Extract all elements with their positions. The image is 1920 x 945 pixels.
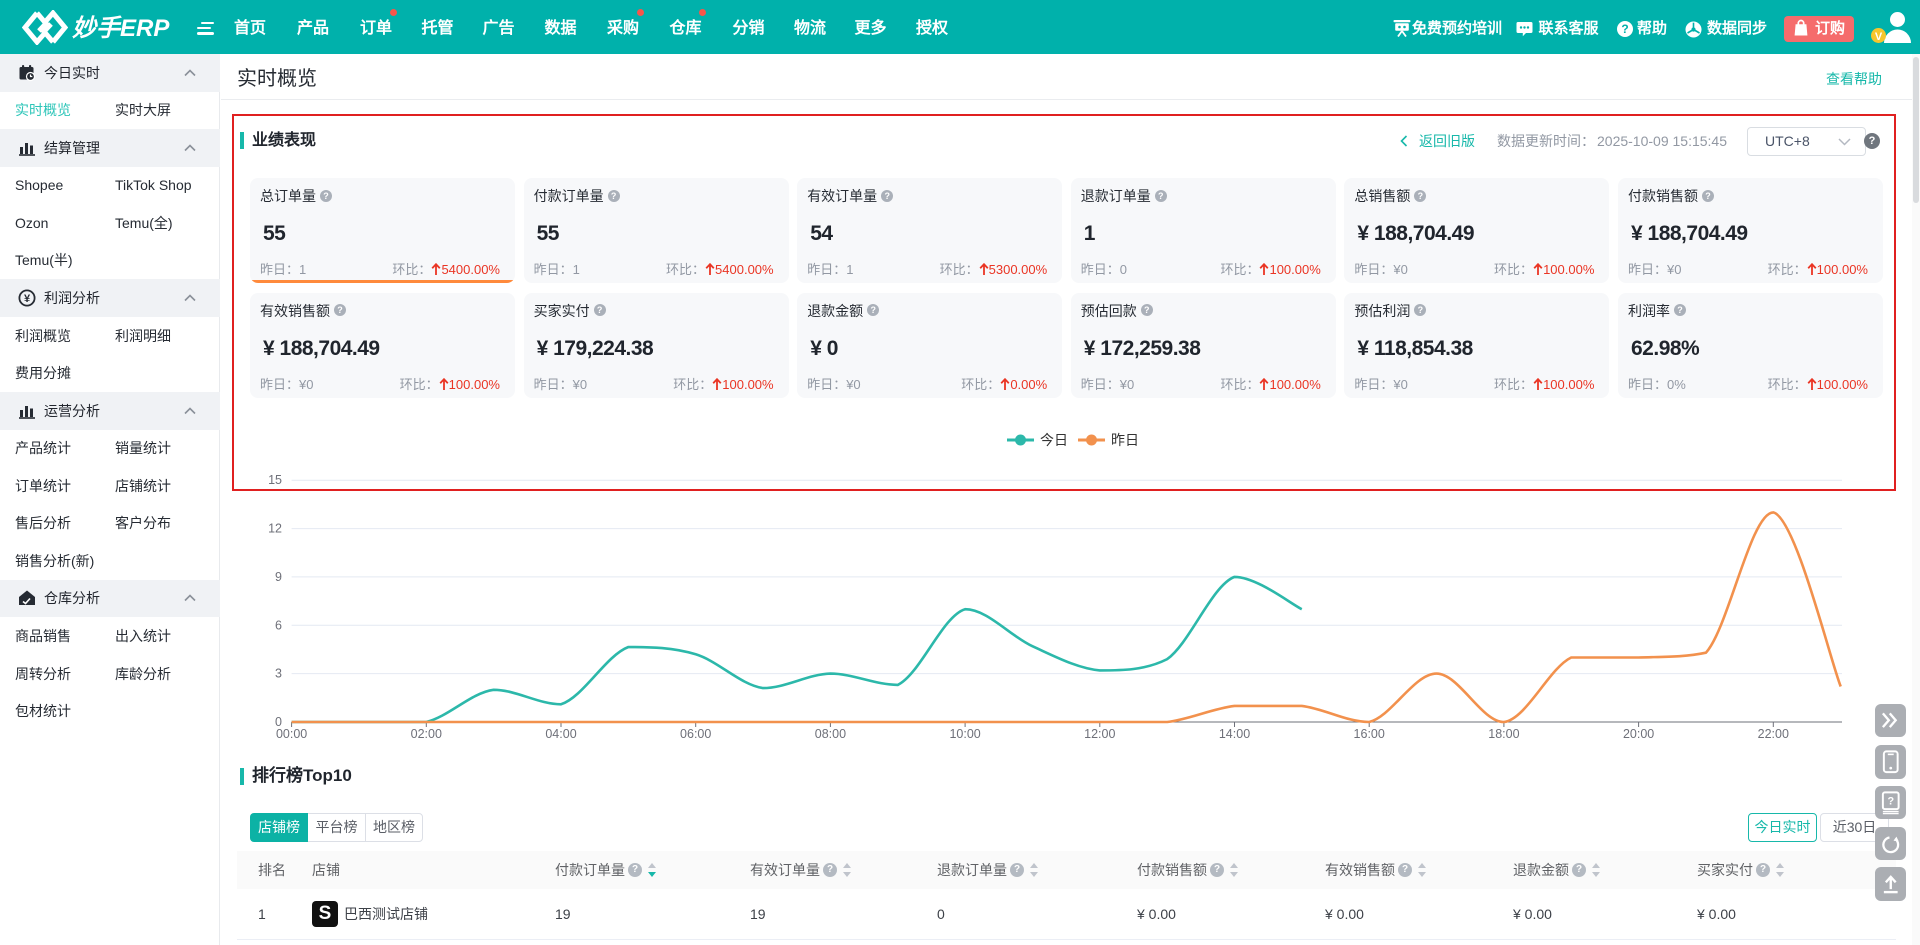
svg-text:6: 6 (275, 618, 282, 632)
svg-text:22:00: 22:00 (1758, 727, 1789, 741)
svg-text:04:00: 04:00 (545, 727, 576, 741)
svg-text:¥: ¥ (24, 293, 31, 305)
svg-text:08:00: 08:00 (815, 727, 846, 741)
svg-text:3: 3 (275, 667, 282, 681)
svg-text:V: V (1875, 31, 1883, 43)
svg-text:02:00: 02:00 (411, 727, 442, 741)
svg-text:0: 0 (275, 715, 282, 729)
svg-text:12:00: 12:00 (1084, 727, 1115, 741)
svg-text:14:00: 14:00 (1219, 727, 1250, 741)
svg-text:9: 9 (275, 570, 282, 584)
svg-text:12: 12 (268, 522, 282, 536)
svg-text:20:00: 20:00 (1623, 727, 1654, 741)
svg-text:16:00: 16:00 (1354, 727, 1385, 741)
svg-text:18:00: 18:00 (1488, 727, 1519, 741)
svg-text:06:00: 06:00 (680, 727, 711, 741)
svg-text:10:00: 10:00 (949, 727, 980, 741)
svg-text:?: ? (1887, 796, 1894, 808)
svg-text:00:00: 00:00 (276, 727, 307, 741)
